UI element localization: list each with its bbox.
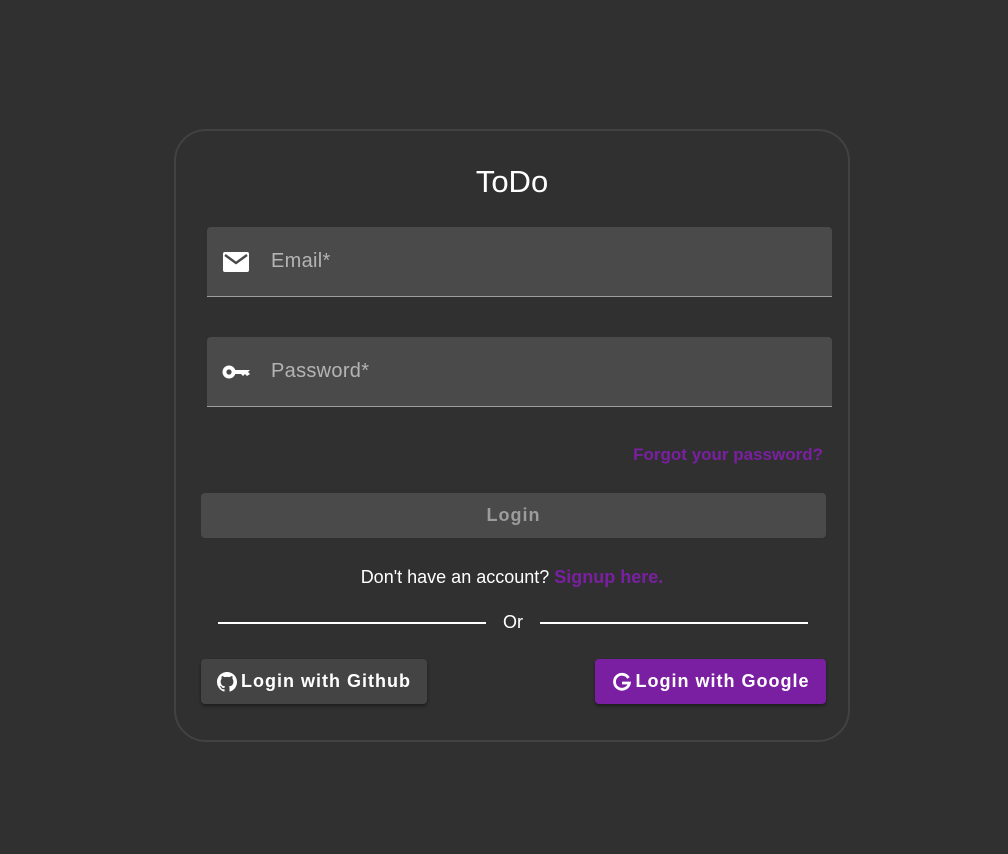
email-input[interactable] bbox=[271, 227, 811, 296]
divider-line-right bbox=[540, 622, 808, 624]
google-login-button[interactable]: Login with Google bbox=[595, 659, 826, 704]
divider-label: Or bbox=[503, 612, 523, 632]
google-login-label: Login with Google bbox=[635, 671, 810, 691]
signup-link[interactable]: Signup here. bbox=[554, 567, 663, 587]
signup-prompt: Don't have an account? Signup here. bbox=[176, 567, 848, 588]
app-title: ToDo bbox=[475, 164, 549, 199]
github-login-button[interactable]: Login with Github bbox=[201, 659, 427, 704]
google-g-icon bbox=[612, 672, 631, 691]
password-input[interactable] bbox=[271, 337, 811, 406]
login-button[interactable]: Login bbox=[201, 493, 826, 538]
login-card: ToDo Forgot your password? Login Don't h… bbox=[174, 129, 850, 742]
divider-line-left bbox=[218, 622, 486, 624]
mail-icon bbox=[223, 252, 249, 272]
key-icon bbox=[222, 365, 250, 379]
signup-prompt-text: Don't have an account? bbox=[360, 567, 550, 587]
email-field[interactable] bbox=[207, 227, 832, 297]
password-field[interactable] bbox=[207, 337, 832, 407]
forgot-password-link[interactable]: Forgot your password? bbox=[633, 445, 823, 465]
github-icon bbox=[217, 671, 238, 692]
github-login-label: Login with Github bbox=[241, 671, 411, 691]
